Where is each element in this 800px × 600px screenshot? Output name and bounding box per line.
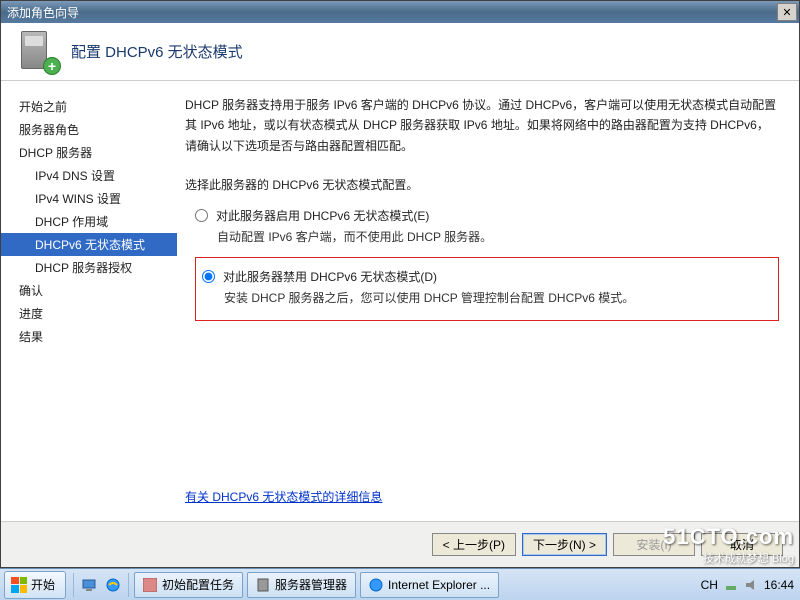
server-role-icon: + <box>21 31 57 73</box>
taskbar-separator <box>73 573 74 597</box>
task-icon <box>143 578 157 592</box>
wizard-content: DHCP 服务器支持用于服务 IPv6 客户端的 DHCPv6 协议。通过 DH… <box>177 81 799 521</box>
windows-logo-icon <box>11 577 27 593</box>
tray-network-icon[interactable] <box>724 578 738 592</box>
server-manager-icon <box>256 578 270 592</box>
wizard-window: 添加角色向导 ✕ + 配置 DHCPv6 无状态模式 开始之前 服务器角色 DH… <box>0 0 800 568</box>
page-title: 配置 DHCPv6 无状态模式 <box>71 41 243 62</box>
system-tray: CH 16:44 <box>695 578 800 592</box>
nav-dhcp-scope[interactable]: DHCP 作用域 <box>1 210 177 233</box>
next-button[interactable]: 下一步(N) > <box>522 533 607 556</box>
content-spacer <box>185 321 779 488</box>
install-button: 安装(I) <box>613 533 695 556</box>
close-icon: ✕ <box>782 6 791 19</box>
task-label: 初始配置任务 <box>162 576 234 593</box>
radio-disable-input[interactable] <box>202 270 215 283</box>
tray-clock[interactable]: 16:44 <box>764 578 794 592</box>
nav-before-begin[interactable]: 开始之前 <box>1 95 177 118</box>
description-text: DHCP 服务器支持用于服务 IPv6 客户端的 DHCPv6 协议。通过 DH… <box>185 95 779 156</box>
wizard-header: + 配置 DHCPv6 无状态模式 <box>1 23 799 81</box>
radio-enable-label: 对此服务器启用 DHCPv6 无状态模式(E) <box>216 207 429 224</box>
radio-disable-stateless[interactable]: 对此服务器禁用 DHCPv6 无状态模式(D) <box>202 264 772 289</box>
tray-lang-icon[interactable]: CH <box>701 578 718 592</box>
tray-volume-icon[interactable] <box>744 578 758 592</box>
task-internet-explorer[interactable]: Internet Explorer ... <box>360 572 499 598</box>
more-info-link[interactable]: 有关 DHCPv6 无状态模式的详细信息 <box>185 488 779 505</box>
radio-enable-stateless[interactable]: 对此服务器启用 DHCPv6 无状态模式(E) <box>195 203 779 228</box>
task-server-manager[interactable]: 服务器管理器 <box>247 572 356 598</box>
selected-option-highlight: 对此服务器禁用 DHCPv6 无状态模式(D) 安装 DHCP 服务器之后，您可… <box>195 257 779 321</box>
cancel-button[interactable]: 取消 <box>701 533 783 556</box>
task-initial-config[interactable]: 初始配置任务 <box>134 572 243 598</box>
desktop-icon <box>82 578 96 592</box>
titlebar-text: 添加角色向导 <box>7 4 777 21</box>
nav-ipv4-dns[interactable]: IPv4 DNS 设置 <box>1 164 177 187</box>
prompt-text: 选择此服务器的 DHCPv6 无状态模式配置。 <box>185 176 779 193</box>
radio-disable-label: 对此服务器禁用 DHCPv6 无状态模式(D) <box>223 268 437 285</box>
ie-icon <box>106 578 120 592</box>
quick-launch-desktop[interactable] <box>78 574 100 596</box>
radio-enable-input[interactable] <box>195 209 208 222</box>
radio-enable-description: 自动配置 IPv6 客户端，而不使用此 DHCP 服务器。 <box>217 228 779 251</box>
task-label: 服务器管理器 <box>275 576 347 593</box>
nav-results[interactable]: 结果 <box>1 325 177 348</box>
nav-confirm[interactable]: 确认 <box>1 279 177 302</box>
wizard-nav: 开始之前 服务器角色 DHCP 服务器 IPv4 DNS 设置 IPv4 WIN… <box>1 81 177 521</box>
nav-dhcp-server[interactable]: DHCP 服务器 <box>1 141 177 164</box>
nav-dhcp-authorize[interactable]: DHCP 服务器授权 <box>1 256 177 279</box>
taskbar-separator-2 <box>128 573 129 597</box>
taskbar: 开始 初始配置任务 服务器管理器 Internet Explorer ... C… <box>0 568 800 600</box>
close-button[interactable]: ✕ <box>777 3 797 21</box>
nav-dhcpv6-stateless[interactable]: DHCPv6 无状态模式 <box>1 233 177 256</box>
start-label: 开始 <box>31 576 55 593</box>
prev-button[interactable]: < 上一步(P) <box>432 533 516 556</box>
nav-server-roles[interactable]: 服务器角色 <box>1 118 177 141</box>
wizard-footer: < 上一步(P) 下一步(N) > 安装(I) 取消 <box>1 521 799 567</box>
ie-task-icon <box>369 578 383 592</box>
wizard-body: 开始之前 服务器角色 DHCP 服务器 IPv4 DNS 设置 IPv4 WIN… <box>1 81 799 521</box>
task-label: Internet Explorer ... <box>388 578 490 592</box>
radio-disable-description: 安装 DHCP 服务器之后，您可以使用 DHCP 管理控制台配置 DHCPv6 … <box>224 289 772 312</box>
nav-progress[interactable]: 进度 <box>1 302 177 325</box>
titlebar[interactable]: 添加角色向导 ✕ <box>1 1 799 23</box>
radio-group: 对此服务器启用 DHCPv6 无状态模式(E) 自动配置 IPv6 客户端，而不… <box>195 203 779 321</box>
start-button[interactable]: 开始 <box>4 571 66 599</box>
quick-launch-ie[interactable] <box>102 574 124 596</box>
nav-ipv4-wins[interactable]: IPv4 WINS 设置 <box>1 187 177 210</box>
